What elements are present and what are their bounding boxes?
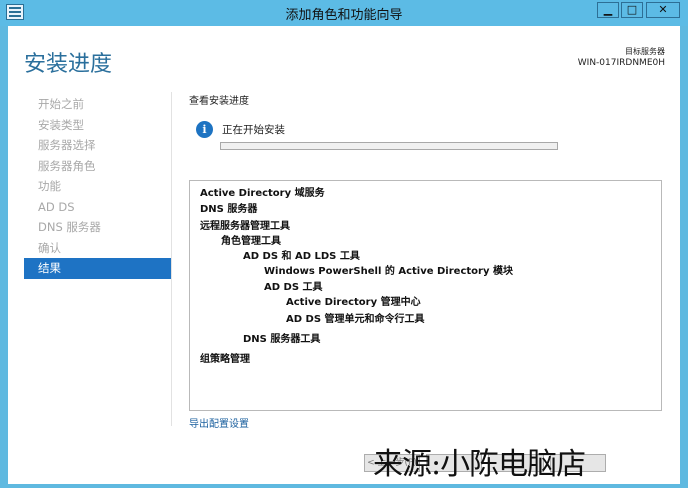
title-bar: 添加角色和功能向导 ▁ □ ✕ <box>0 0 688 26</box>
feature-item: AD DS 工具 <box>264 282 323 293</box>
nav-item-server-roles[interactable]: 服务器角色 <box>24 156 171 177</box>
watermark: 来源:小陈电脑店 <box>373 447 586 482</box>
feature-item: Active Directory 管理中心 <box>286 297 421 308</box>
nav-item-ad-ds[interactable]: AD DS <box>24 197 171 218</box>
install-progress-bar <box>220 142 558 150</box>
feature-item: 组策略管理 <box>200 354 250 365</box>
feature-item: Windows PowerShell 的 Active Directory 模块 <box>264 266 513 277</box>
destination-server-name: WIN-017IRDNME0H <box>577 58 665 68</box>
feature-list: Active Directory 域服务 DNS 服务器 远程服务器管理工具 角… <box>189 180 662 411</box>
nav-item-results[interactable]: 结果 <box>24 258 171 279</box>
page-title: 安装进度 <box>24 52 113 77</box>
nav-item-confirmation[interactable]: 确认 <box>24 238 171 259</box>
vertical-divider <box>171 92 172 426</box>
export-configuration-link[interactable]: 导出配置设置 <box>189 415 249 430</box>
wizard-client-area: 安装进度 目标服务器 WIN-017IRDNME0H 开始之前 安装类型 服务器… <box>8 26 680 484</box>
feature-item: 远程服务器管理工具 <box>200 221 290 232</box>
nav-item-features[interactable]: 功能 <box>24 176 171 197</box>
maximize-button[interactable]: □ <box>621 2 643 18</box>
destination-server-label: 目标服务器 <box>625 47 665 56</box>
install-status-text: 正在开始安装 <box>222 124 285 136</box>
window-title: 添加角色和功能向导 <box>285 8 403 23</box>
feature-item: Active Directory 域服务 <box>200 188 325 199</box>
nav-item-installation-type[interactable]: 安装类型 <box>24 115 171 136</box>
feature-item: DNS 服务器工具 <box>243 334 321 345</box>
minimize-button[interactable]: ▁ <box>597 2 619 18</box>
feature-item: AD DS 管理单元和命令行工具 <box>286 314 425 325</box>
info-icon: i <box>196 121 213 138</box>
close-button[interactable]: ✕ <box>646 2 680 18</box>
nav-item-dns-server[interactable]: DNS 服务器 <box>24 217 171 238</box>
nav-item-before-you-begin[interactable]: 开始之前 <box>24 94 171 115</box>
wizard-nav: 开始之前 安装类型 服务器选择 服务器角色 功能 AD DS DNS 服务器 确… <box>24 94 171 279</box>
nav-item-server-selection[interactable]: 服务器选择 <box>24 135 171 156</box>
section-title: 查看安装进度 <box>189 96 249 107</box>
feature-item: 角色管理工具 <box>221 236 281 247</box>
main-content: 查看安装进度 i 正在开始安装 Active Directory 域服务 DNS… <box>189 92 665 411</box>
feature-item: AD DS 和 AD LDS 工具 <box>243 251 360 262</box>
feature-item: DNS 服务器 <box>200 204 258 215</box>
